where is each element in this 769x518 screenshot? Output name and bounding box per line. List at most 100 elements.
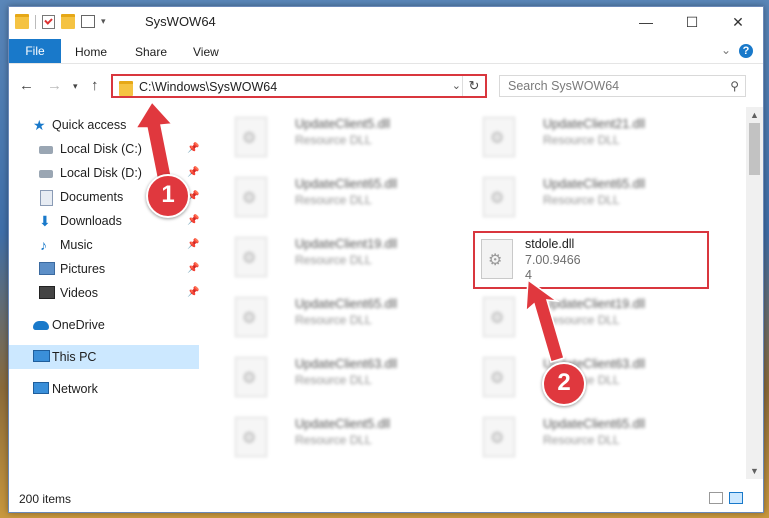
file-type: Resource DLL (295, 253, 372, 267)
navigation-pane: ★ Quick access Local Disk (C:) 📌 Local D… (9, 107, 201, 477)
recent-locations-chevron-icon[interactable]: ▾ (73, 81, 78, 92)
onedrive-icon (33, 321, 49, 330)
dll-file-icon (483, 177, 515, 217)
pictures-icon (39, 262, 55, 275)
file-type: Resource DLL (543, 313, 620, 327)
downloads-icon: ⬇ (39, 213, 51, 229)
dll-file-icon (235, 417, 267, 457)
tab-file[interactable]: File (9, 39, 61, 63)
pin-icon[interactable]: 📌 (187, 257, 199, 281)
file-name: UpdateClient65.dll (543, 417, 646, 431)
tab-view[interactable]: View (193, 41, 219, 63)
dll-file-icon (235, 357, 267, 397)
search-placeholder: Search SysWOW64 (508, 79, 620, 93)
sidebar-item-label: This PC (52, 350, 97, 364)
sidebar-item-quick-access[interactable]: ★ Quick access (9, 113, 199, 137)
file-item[interactable]: UpdateClient63.dll Resource DLL (221, 351, 451, 407)
drive-icon (39, 146, 53, 154)
sidebar-item-music[interactable]: ♪ Music 📌 (9, 233, 199, 257)
file-item[interactable]: UpdateClient65.dll Resource DLL (469, 411, 699, 467)
callout-badge-1: 1 (146, 174, 190, 218)
sidebar-item-label: Pictures (60, 262, 106, 276)
sidebar-item-label: Downloads (60, 214, 122, 228)
file-type: Resource DLL (543, 193, 620, 207)
pin-icon[interactable]: 📌 (187, 137, 199, 161)
dll-file-icon (235, 177, 267, 217)
file-type: Resource DLL (543, 433, 620, 447)
sidebar-item-label: OneDrive (52, 318, 105, 332)
file-type: Resource DLL (295, 373, 372, 387)
window-title: SysWOW64 (145, 14, 216, 29)
dll-file-icon (483, 417, 515, 457)
file-type: Resource DLL (295, 193, 372, 207)
file-name: UpdateClient65.dll (543, 177, 646, 191)
sidebar-item-label: Local Disk (C:) (60, 142, 142, 156)
search-icon[interactable]: ⚲ (730, 79, 739, 93)
sidebar-item-videos[interactable]: Videos 📌 (9, 281, 199, 305)
file-item[interactable]: UpdateClient5.dll Resource DLL (221, 111, 451, 167)
properties-icon[interactable] (81, 15, 95, 28)
file-name: UpdateClient65.dll (295, 177, 398, 191)
sidebar-item-local-disk-c[interactable]: Local Disk (C:) 📌 (9, 137, 199, 161)
file-item[interactable]: UpdateClient19.dll Resource DLL (221, 231, 451, 287)
sidebar-item-label: Music (60, 238, 93, 252)
videos-icon (39, 286, 55, 299)
expand-ribbon-chevron-icon[interactable]: ⌄ (721, 43, 731, 57)
sidebar-item-pictures[interactable]: Pictures 📌 (9, 257, 199, 281)
network-icon (33, 382, 49, 394)
tab-home[interactable]: Home (75, 41, 107, 63)
file-item[interactable]: UpdateClient65.dll Resource DLL (221, 171, 451, 227)
file-type: Resource DLL (295, 133, 372, 147)
quick-access-toolbar: ▾ (15, 14, 106, 29)
dll-file-icon (235, 237, 267, 277)
maximize-button[interactable]: ☐ (669, 7, 715, 37)
dll-file-icon (483, 117, 515, 157)
address-bar[interactable]: C:\Windows\SysWOW64 ⌄ ↻ (111, 74, 487, 98)
file-name: UpdateClient63.dll (295, 357, 398, 371)
forward-arrow-icon[interactable]: → (47, 77, 62, 94)
customize-toolbar-chevron-icon[interactable]: ▾ (101, 16, 106, 27)
help-button[interactable]: ? (739, 44, 753, 58)
sidebar-item-onedrive[interactable]: OneDrive (9, 313, 199, 337)
drive-icon (39, 170, 53, 178)
tab-share[interactable]: Share (135, 41, 167, 63)
refresh-icon[interactable]: ↻ (462, 76, 485, 96)
properties-check-icon[interactable] (42, 14, 55, 29)
scroll-up-arrow-icon[interactable]: ▲ (750, 110, 759, 120)
search-box[interactable]: Search SysWOW64 ⚲ (499, 75, 746, 97)
file-item[interactable]: UpdateClient21.dll Resource DLL (469, 111, 699, 167)
up-arrow-icon[interactable]: ↑ (91, 77, 99, 94)
address-folder-icon (119, 81, 133, 96)
explorer-window: ▾ SysWOW64 — ☐ ✕ File Home Share View ⌄ … (8, 6, 764, 513)
close-button[interactable]: ✕ (715, 7, 761, 37)
pin-icon[interactable]: 📌 (187, 233, 199, 257)
file-list: UpdateClient5.dll Resource DLL UpdateCli… (201, 107, 737, 477)
music-icon: ♪ (40, 237, 47, 253)
address-dropdown-chevron-icon[interactable]: ⌄ (452, 79, 461, 92)
file-item[interactable]: UpdateClient19.dll Resource DLL (469, 291, 699, 347)
file-item[interactable]: UpdateClient65.dll Resource DLL (469, 171, 699, 227)
pin-icon[interactable]: 📌 (187, 281, 199, 305)
address-path[interactable]: C:\Windows\SysWOW64 (139, 80, 277, 94)
folder-icon (15, 14, 29, 29)
sidebar-item-network[interactable]: Network (9, 377, 199, 401)
vertical-scrollbar[interactable]: ▲ ▼ (746, 107, 763, 479)
file-item[interactable]: UpdateClient5.dll Resource DLL (221, 411, 451, 467)
ribbon-tabs: File Home Share View ⌄ ? (9, 37, 763, 64)
file-type: Resource DLL (295, 433, 372, 447)
scrollbar-thumb[interactable] (749, 123, 760, 175)
pin-icon[interactable]: 📌 (187, 161, 199, 185)
scroll-down-arrow-icon[interactable]: ▼ (750, 466, 759, 476)
pin-icon[interactable]: 📌 (187, 209, 199, 233)
minimize-button[interactable]: — (623, 7, 669, 37)
large-icons-view-icon[interactable] (729, 492, 743, 504)
status-bar: 200 items (9, 489, 763, 511)
file-type: Resource DLL (295, 313, 372, 327)
star-icon: ★ (33, 117, 46, 133)
new-folder-icon[interactable] (61, 14, 75, 29)
sidebar-item-this-pc[interactable]: This PC (9, 345, 199, 369)
back-arrow-icon[interactable]: ← (19, 77, 34, 94)
details-view-icon[interactable] (709, 492, 723, 504)
file-item[interactable]: UpdateClient65.dll Resource DLL (221, 291, 451, 347)
sidebar-item-label: Videos (60, 286, 98, 300)
